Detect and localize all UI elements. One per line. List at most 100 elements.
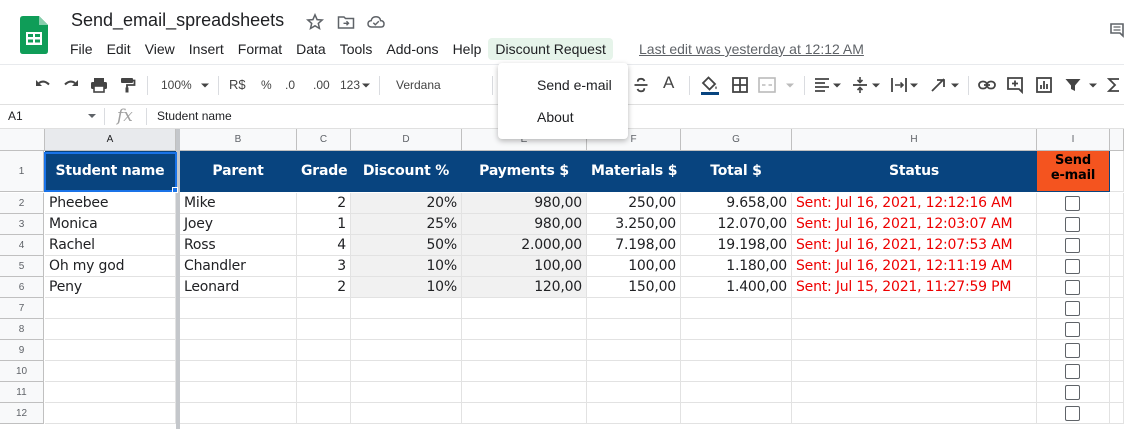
cell-empty[interactable] [297, 319, 351, 340]
cell-parent[interactable]: Leonard [180, 277, 297, 298]
cell-empty[interactable] [1110, 256, 1124, 277]
percent-format-button[interactable]: % [261, 75, 272, 95]
row-header[interactable]: 7 [0, 298, 44, 319]
send-email-checkbox[interactable] [1065, 364, 1080, 379]
cell-status[interactable]: Sent: Jul 16, 2021, 12:07:53 AM [792, 235, 1037, 256]
row-header[interactable]: 5 [0, 256, 44, 277]
header-cell-total[interactable]: Total $ [681, 151, 792, 192]
cell-status[interactable]: Sent: Jul 16, 2021, 12:12:16 AM [792, 193, 1037, 214]
filter-icon[interactable] [1063, 75, 1083, 95]
cell-empty[interactable] [792, 361, 1037, 382]
more-formats-button[interactable]: 123 [340, 75, 360, 95]
header-cell-status[interactable]: Status [792, 151, 1037, 192]
cell-total[interactable]: 12.070,00 [681, 214, 792, 235]
cell-grade[interactable]: 3 [297, 256, 351, 277]
column-header-g[interactable]: G [681, 129, 792, 151]
cell-empty[interactable] [587, 361, 681, 382]
cell-empty[interactable] [792, 319, 1037, 340]
cell-grade[interactable]: 2 [297, 277, 351, 298]
insert-chart-icon[interactable] [1034, 75, 1054, 95]
column-header-i[interactable]: I [1037, 129, 1110, 151]
cell-total[interactable]: 1.180,00 [681, 256, 792, 277]
cell-grade[interactable]: 2 [297, 193, 351, 214]
text-rotation-icon[interactable] [929, 75, 949, 95]
cell-empty[interactable] [792, 298, 1037, 319]
column-header-c[interactable]: C [297, 129, 351, 151]
cloud-status-icon[interactable] [367, 13, 385, 31]
cell-empty[interactable] [681, 319, 792, 340]
chevron-down-icon[interactable] [361, 75, 371, 95]
cell-status[interactable]: Sent: Jul 15, 2021, 11:27:59 PM [792, 277, 1037, 298]
cell-parent[interactable]: Mike [180, 193, 297, 214]
cell-payments[interactable]: 980,00 [462, 193, 587, 214]
cell-empty[interactable] [180, 403, 297, 424]
cell-empty[interactable] [587, 319, 681, 340]
borders-icon[interactable] [730, 75, 750, 95]
cell-discount[interactable]: 50% [351, 235, 462, 256]
cell-empty[interactable] [351, 298, 462, 319]
column-header-h[interactable]: H [792, 129, 1037, 151]
send-email-checkbox[interactable] [1065, 217, 1080, 232]
cell-student-name[interactable]: Rachel [45, 235, 176, 256]
cell-total[interactable]: 19.198,00 [681, 235, 792, 256]
cell-empty[interactable] [1110, 235, 1124, 256]
cell-empty[interactable] [681, 340, 792, 361]
column-header-j[interactable] [1110, 129, 1124, 151]
header-cell-parent[interactable]: Parent [180, 151, 297, 192]
cell-discount[interactable]: 20% [351, 193, 462, 214]
row-header[interactable]: 4 [0, 235, 44, 256]
cell-empty[interactable] [297, 298, 351, 319]
menu-add-ons[interactable]: Add-ons [379, 38, 445, 60]
send-email-checkbox[interactable] [1065, 301, 1080, 316]
text-color-button[interactable]: A [663, 73, 674, 93]
fill-color-icon[interactable] [700, 75, 720, 95]
cell-empty[interactable] [45, 361, 176, 382]
cell-empty[interactable] [587, 403, 681, 424]
cell-empty[interactable] [792, 403, 1037, 424]
row-header[interactable]: 2 [0, 193, 44, 214]
send-email-checkbox[interactable] [1065, 238, 1080, 253]
cell-materials[interactable]: 250,00 [587, 193, 681, 214]
star-icon[interactable] [306, 13, 324, 31]
print-icon[interactable] [89, 75, 109, 95]
header-cell-discount[interactable]: Discount % [351, 151, 462, 192]
chevron-down-icon[interactable] [88, 111, 96, 121]
cell-empty[interactable] [462, 340, 587, 361]
chevron-down-icon[interactable] [950, 75, 960, 95]
cell-materials[interactable]: 150,00 [587, 277, 681, 298]
row-header[interactable]: 1 [0, 151, 44, 192]
menu-item-send-email[interactable]: Send e-mail [537, 77, 612, 93]
zoom-select[interactable]: 100% [161, 75, 192, 95]
send-email-checkbox[interactable] [1065, 343, 1080, 358]
document-title[interactable]: Send_email_spreadsheets [71, 10, 284, 31]
cell-empty[interactable] [792, 340, 1037, 361]
row-header[interactable]: 10 [0, 361, 44, 382]
cell-empty[interactable] [351, 361, 462, 382]
header-cell-send-email[interactable]: Send e-mail [1037, 151, 1110, 192]
comments-icon[interactable] [1108, 22, 1124, 38]
chevron-down-icon[interactable] [871, 75, 881, 95]
cell-student-name[interactable]: Pheebee [45, 193, 176, 214]
cell-materials[interactable]: 100,00 [587, 256, 681, 277]
cell-status[interactable]: Sent: Jul 16, 2021, 12:03:07 AM [792, 214, 1037, 235]
currency-format-button[interactable]: R$ [229, 75, 246, 95]
cell-empty[interactable] [1110, 340, 1124, 361]
redo-icon[interactable] [61, 75, 81, 95]
column-header-a[interactable]: A [45, 129, 176, 151]
cell-empty[interactable] [1110, 319, 1124, 340]
cell-empty[interactable] [462, 298, 587, 319]
cell-empty[interactable] [351, 382, 462, 403]
send-email-checkbox[interactable] [1065, 259, 1080, 274]
cell-student-name[interactable]: Monica [45, 214, 176, 235]
cell-total[interactable]: 1.400,00 [681, 277, 792, 298]
cell-empty[interactable] [681, 382, 792, 403]
chevron-down-icon[interactable] [199, 75, 211, 95]
cell-empty[interactable] [180, 298, 297, 319]
cell-empty[interactable] [792, 382, 1037, 403]
row-header[interactable]: 8 [0, 319, 44, 340]
font-family-select[interactable]: Verdana [396, 75, 441, 95]
row-header[interactable]: 3 [0, 214, 44, 235]
column-header-d[interactable]: D [351, 129, 462, 151]
row-header[interactable]: 6 [0, 277, 44, 298]
text-wrapping-icon[interactable] [889, 75, 909, 95]
